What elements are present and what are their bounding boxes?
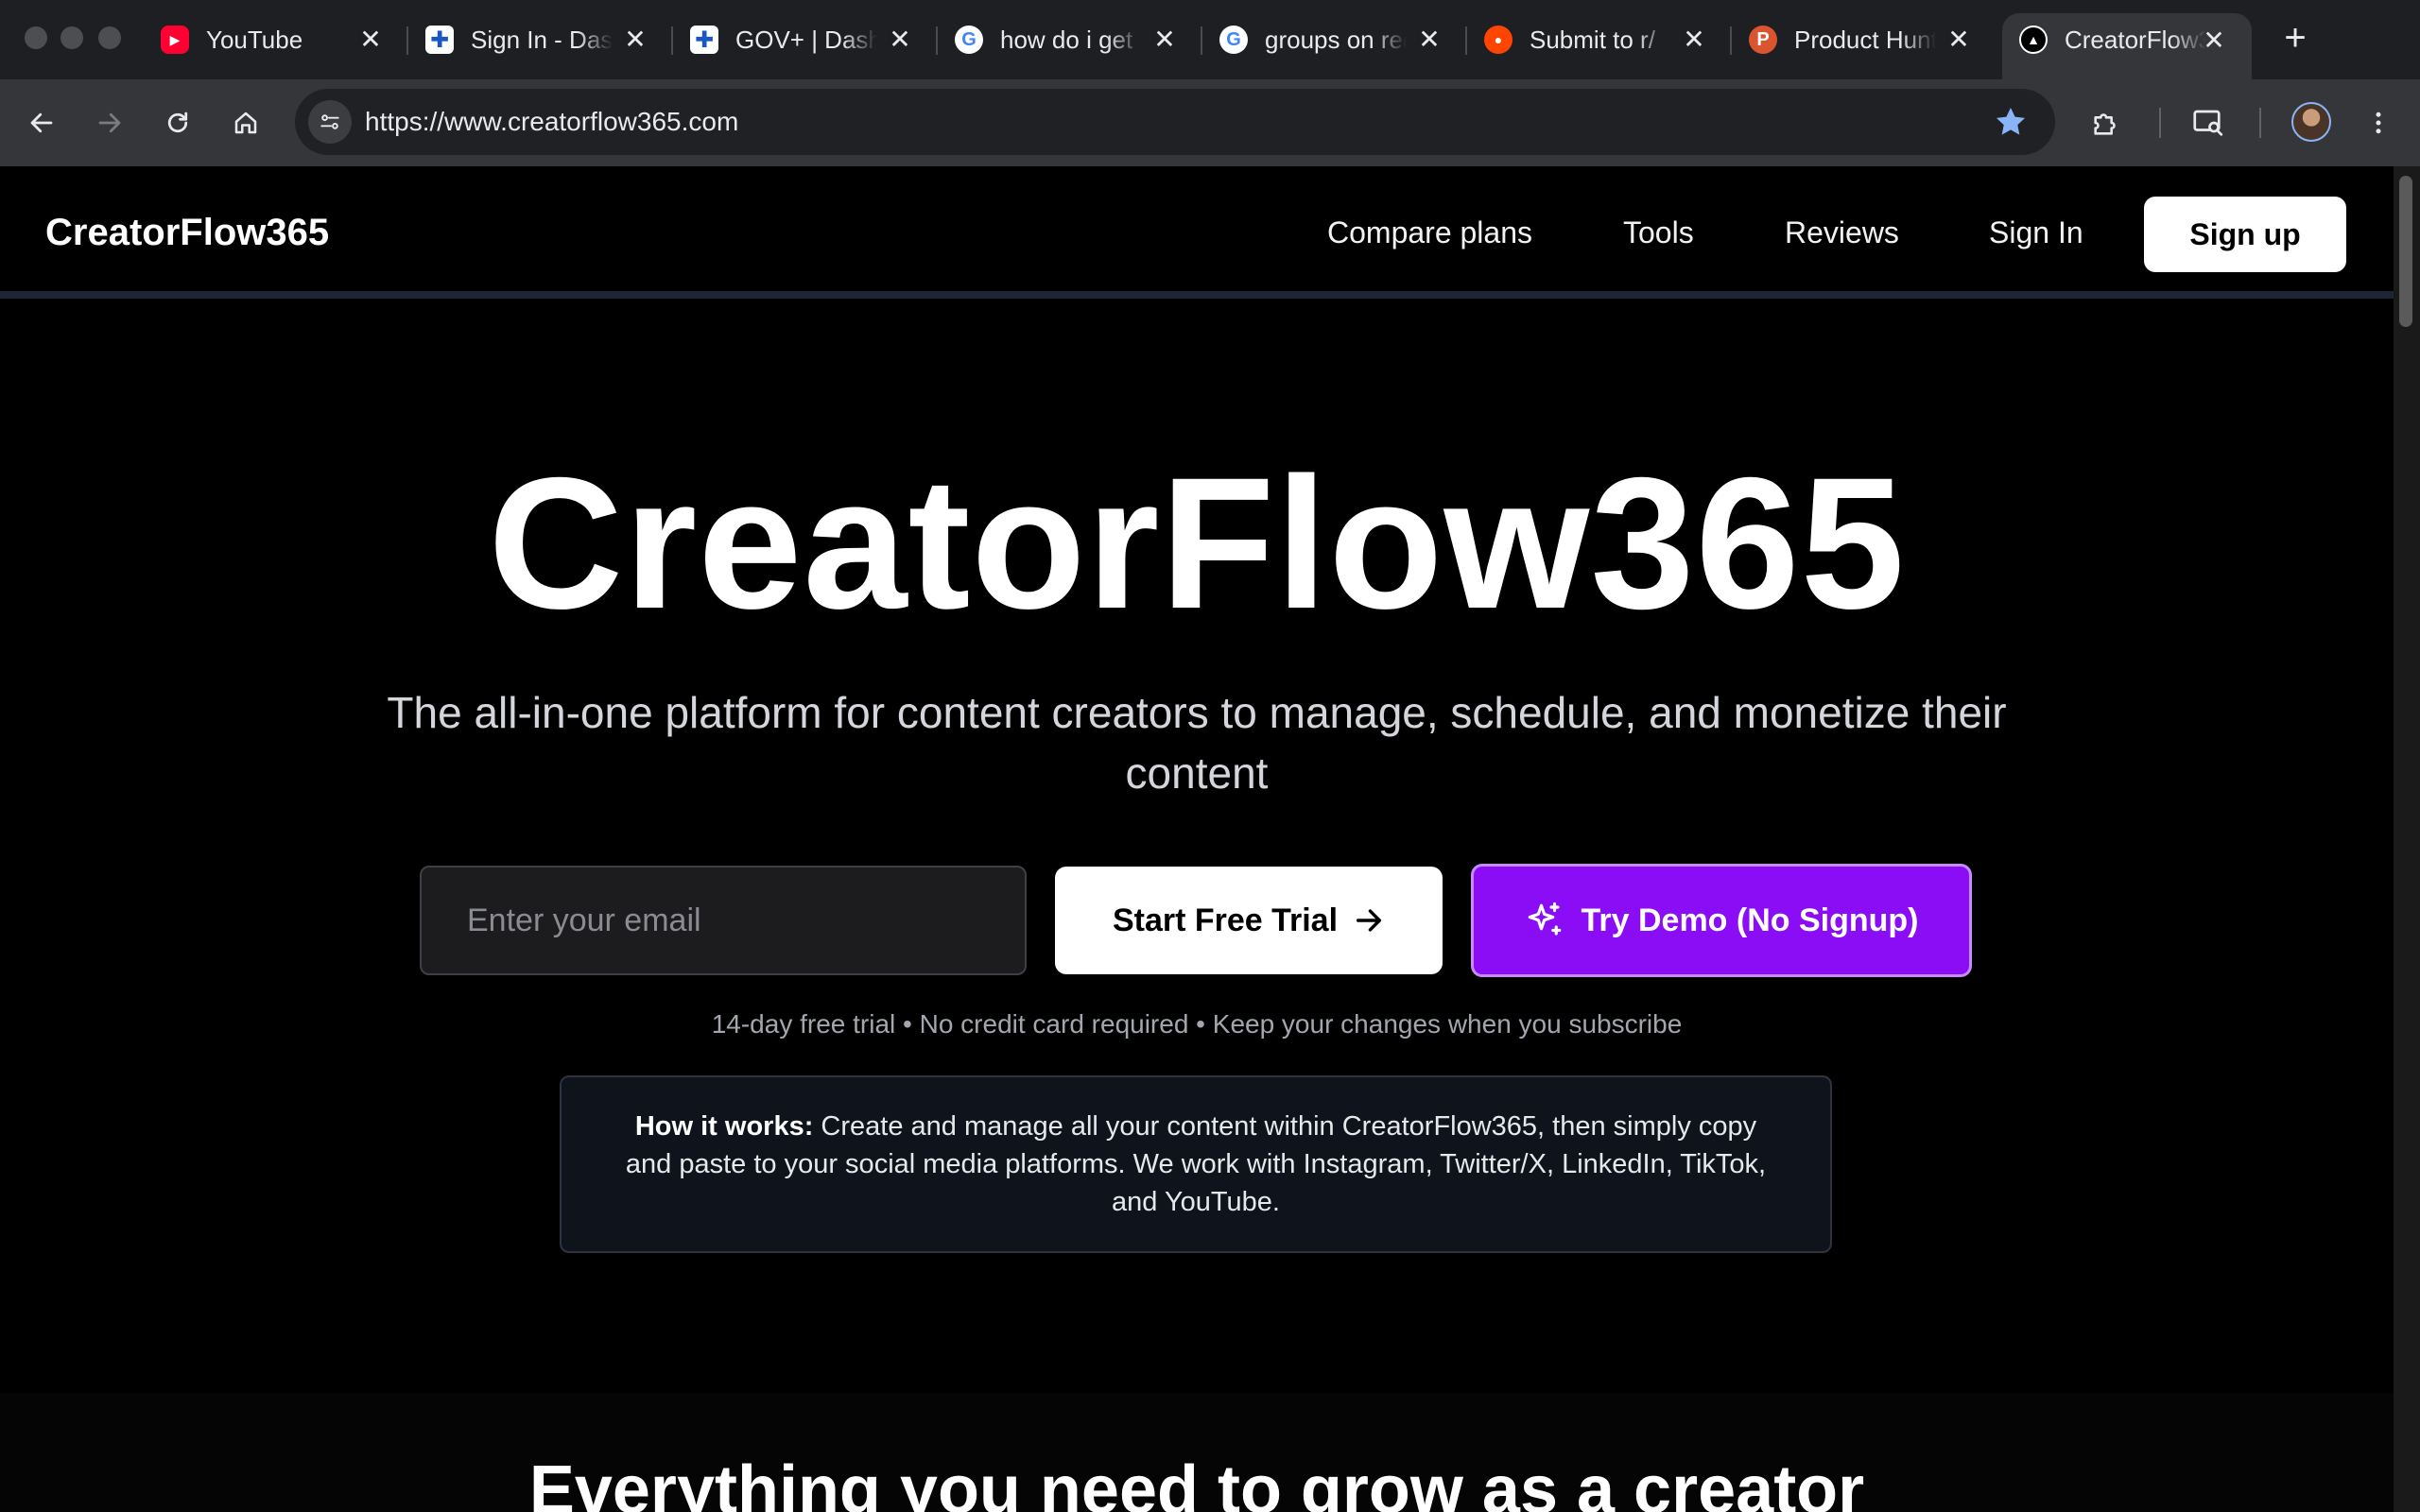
how-it-works-box: How it works: Create and manage all your… [560, 1075, 1832, 1253]
site-settings-icon[interactable] [308, 100, 352, 144]
close-icon[interactable]: ✕ [622, 26, 648, 53]
nav-tools[interactable]: Tools [1623, 215, 1694, 250]
browser-tab-title: Product Hunt [1794, 25, 1936, 54]
close-icon[interactable]: ✕ [1151, 26, 1178, 53]
how-it-works-label: How it works: [634, 1111, 814, 1142]
browser-tab[interactable]: ✚ Sign In - Dashboard ✕ [408, 13, 673, 66]
tab-search-button[interactable] [2186, 100, 2231, 146]
start-free-trial-label: Start Free Trial [1112, 902, 1339, 938]
nav-sign-in[interactable]: Sign In [1989, 215, 2083, 250]
back-button[interactable] [19, 100, 64, 146]
close-icon[interactable]: ✕ [1416, 26, 1443, 53]
page-scrollbar-thumb[interactable] [2399, 176, 2412, 327]
forward-button[interactable] [87, 100, 132, 146]
youtube-icon: ▶ [161, 26, 189, 54]
close-icon[interactable]: ✕ [357, 26, 384, 53]
sign-up-button[interactable]: Sign up [2144, 197, 2346, 272]
browser-tab[interactable]: ✚ GOV+ | Dashboard ✕ [673, 13, 938, 66]
browser-tab-title: YouTube [206, 25, 303, 54]
browser-tab[interactable]: ▲ CreatorFlow365✕ [2002, 13, 2252, 79]
email-input[interactable] [420, 866, 1027, 975]
arrow-right-icon [98, 112, 121, 133]
browser-tab-strip: ▶ YouTube ✕ ✚ Sign In - Dashboard ✕ ✚ GOV+ | Da… [0, 0, 2420, 79]
browser-tab-title: groups on reddit [1265, 25, 1407, 54]
address-bar[interactable]: https://www.creatorflow365.com [295, 89, 2055, 155]
bookmark-star-icon[interactable] [1993, 104, 2029, 145]
close-icon[interactable]: ✕ [887, 26, 913, 53]
product-hunt-icon: P [1749, 26, 1777, 54]
extensions-button[interactable] [2083, 100, 2129, 146]
hero-title: CreatorFlow365 [488, 438, 1906, 647]
arrow-right-icon [1357, 909, 1382, 932]
sparkles-icon [1528, 902, 1561, 936]
page-viewport: CreatorFlow365 Compare plans Tools Revie… [0, 166, 2394, 1512]
triangle-icon: ▲ [2019, 26, 2048, 54]
browser-tab[interactable]: Ghow do i get ✕ [938, 13, 1202, 66]
site-logo[interactable]: CreatorFlow365 [45, 212, 329, 254]
browser-tab[interactable]: ● Submit to r/ ✕ [1467, 13, 1732, 66]
plus-cross-icon: ✚ [425, 26, 454, 54]
profile-avatar[interactable] [2291, 102, 2331, 142]
window-zoom-control[interactable] [98, 26, 121, 49]
features-section-title: Everything you need to grow as a creator [528, 1452, 1865, 1512]
start-free-trial-button[interactable]: Start Free Trial [1055, 867, 1443, 974]
browser-tab-title: CreatorFlow365 [2065, 25, 2206, 54]
home-button[interactable] [223, 100, 268, 146]
arrow-left-icon [30, 112, 53, 133]
close-icon[interactable]: ✕ [1681, 26, 1707, 53]
browser-tab[interactable]: Ggroups on reddit ✕ [1202, 13, 1467, 66]
reload-icon [167, 112, 188, 133]
site-header: CreatorFlow365 Compare plans Tools Revie… [0, 166, 2394, 299]
close-icon[interactable]: ✕ [1945, 26, 1972, 53]
trial-fine-print: 14-day free trial • No credit card requi… [711, 1009, 1683, 1039]
browser-menu-button[interactable] [2356, 100, 2401, 146]
url-text[interactable]: https://www.creatorflow365.com [365, 107, 738, 137]
try-demo-label: Try Demo (No Signup) [1581, 902, 1919, 938]
new-tab-button[interactable]: + [2274, 19, 2316, 60]
browser-tab[interactable]: P Product Hunt ✕ [1732, 13, 1996, 66]
window-close-control[interactable] [25, 26, 47, 49]
browser-toolbar: https://www.creatorflow365.com [0, 79, 2420, 166]
window-minimize-control[interactable] [60, 26, 83, 49]
nav-compare-plans[interactable]: Compare plans [1327, 215, 1532, 250]
browser-tab-title: Sign In - Dashboard [471, 25, 613, 54]
google-icon: G [955, 26, 983, 54]
puzzle-icon [2094, 113, 2116, 135]
toolbar-divider [2259, 108, 2261, 138]
toolbar-divider [2159, 108, 2161, 138]
hero-subtitle: The all-in-one platform for content crea… [387, 688, 2007, 798]
reddit-icon: ● [1484, 26, 1512, 54]
kebab-menu-icon [2376, 112, 2381, 134]
page-scrollbar[interactable] [2394, 166, 2420, 1512]
close-icon[interactable]: ✕ [2201, 27, 2227, 54]
google-icon: G [1219, 26, 1248, 54]
nav-reviews[interactable]: Reviews [1785, 215, 1899, 250]
browser-tab-title: Submit to r/ [1530, 25, 1655, 54]
reload-button[interactable] [155, 100, 200, 146]
screen-search-icon [2193, 110, 2223, 136]
home-icon [234, 112, 257, 134]
browser-tab-title: GOV+ | Dashboard [735, 25, 877, 54]
browser-tab[interactable]: ▶ YouTube ✕ [144, 13, 408, 66]
try-demo-button[interactable]: Try Demo (No Signup) [1471, 864, 1972, 977]
browser-tab-title: how do i get [1000, 25, 1133, 54]
plus-cross-icon: ✚ [690, 26, 718, 54]
